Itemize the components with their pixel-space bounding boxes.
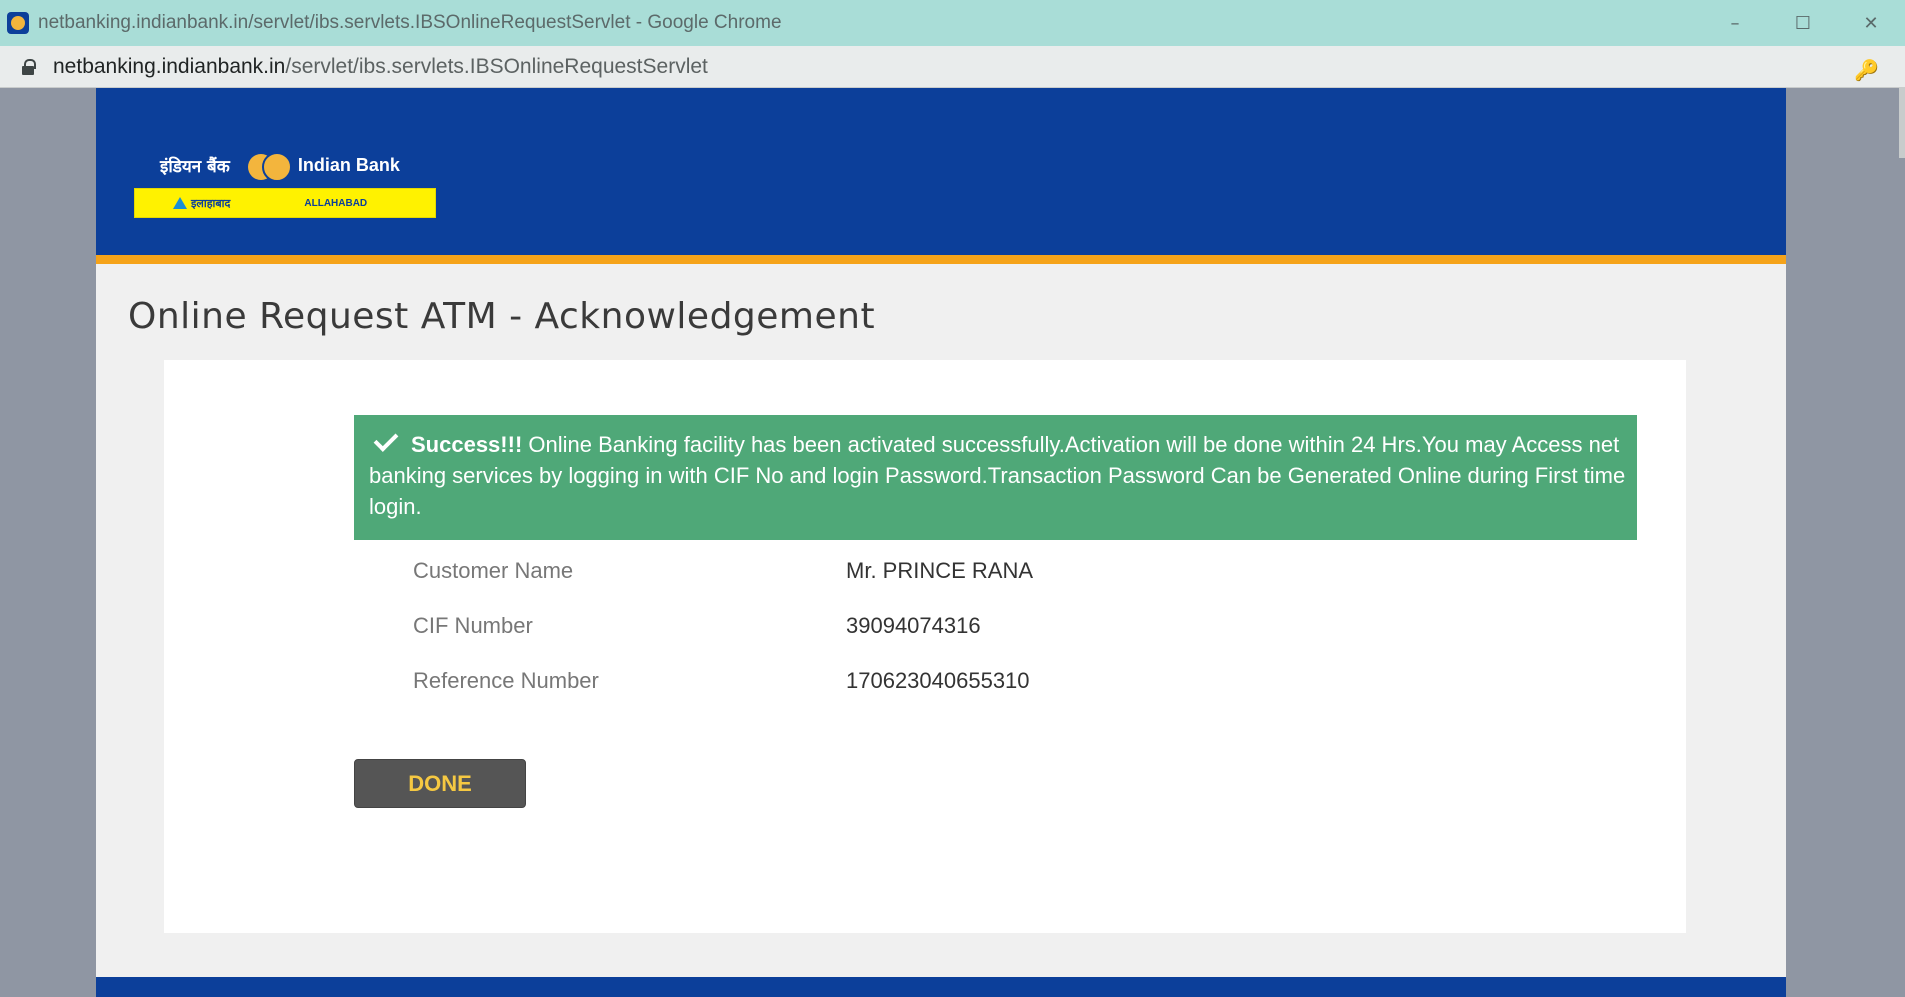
close-icon[interactable]: ✕ bbox=[1837, 0, 1905, 46]
detail-label: Customer Name bbox=[413, 557, 574, 583]
bank-logo: इंडियन बैंक Indian Bank इलाहाबाद ALLAHAB… bbox=[134, 142, 436, 224]
window-title: netbanking.indianbank.in/servlet/ibs.ser… bbox=[38, 12, 782, 33]
url-host: netbanking.indianbank.in bbox=[53, 54, 286, 78]
minimize-icon[interactable]: – bbox=[1701, 0, 1769, 46]
detail-value: 39094074316 bbox=[846, 612, 981, 638]
window-titlebar: netbanking.indianbank.in/servlet/ibs.ser… bbox=[0, 0, 1905, 46]
allahabad-triangle-icon bbox=[173, 197, 187, 209]
address-bar[interactable]: netbanking.indianbank.in/servlet/ibs.ser… bbox=[0, 46, 1905, 88]
logo-hindi-name: इंडियन बैंक bbox=[160, 156, 230, 177]
details-table: Customer Name Mr. PRINCE RANA CIF Number… bbox=[354, 543, 1637, 708]
page-content: इंडियन बैंक Indian Bank इलाहाबाद ALLAHAB… bbox=[96, 88, 1786, 997]
success-alert: Success!!! Online Banking facility has b… bbox=[354, 415, 1637, 540]
logo-top: इंडियन बैंक Indian Bank bbox=[134, 142, 436, 188]
scrollbar[interactable] bbox=[1899, 88, 1905, 158]
key-icon[interactable]: 🔑 bbox=[1854, 58, 1879, 82]
detail-row-reference-number: Reference Number 170623040655310 bbox=[354, 653, 1637, 708]
checkmark-icon bbox=[373, 427, 399, 452]
page-footer bbox=[96, 977, 1786, 997]
detail-row-cif-number: CIF Number 39094074316 bbox=[354, 598, 1637, 653]
detail-label: Reference Number bbox=[413, 667, 599, 693]
logo-band-english: ALLAHABAD bbox=[304, 197, 368, 209]
alert-message: Online Banking facility has been activat… bbox=[369, 432, 1626, 519]
logo-allahabad-band: इलाहाबाद ALLAHABAD bbox=[134, 188, 436, 218]
logo-english-name: Indian Bank bbox=[297, 154, 400, 175]
bank-header: इंडियन बैंक Indian Bank इलाहाबाद ALLAHAB… bbox=[96, 88, 1786, 264]
detail-row-customer-name: Customer Name Mr. PRINCE RANA bbox=[354, 543, 1637, 598]
url-path: /servlet/ibs.servlets.IBSOnlineRequestSe… bbox=[285, 54, 708, 78]
done-button[interactable]: DONE bbox=[354, 759, 526, 808]
page-title: Online Request ATM - Acknowledgement bbox=[128, 296, 876, 337]
detail-value: Mr. PRINCE RANA bbox=[846, 557, 1034, 583]
url-text[interactable]: netbanking.indianbank.in/servlet/ibs.ser… bbox=[53, 55, 708, 79]
acknowledgement-card: Success!!! Online Banking facility has b… bbox=[164, 360, 1686, 933]
detail-label: CIF Number bbox=[413, 612, 533, 638]
maximize-icon[interactable]: ☐ bbox=[1769, 0, 1837, 46]
detail-value: 170623040655310 bbox=[846, 667, 1030, 693]
window-controls: – ☐ ✕ bbox=[1701, 0, 1905, 46]
site-favicon-icon bbox=[7, 12, 29, 34]
logo-emblem-icon bbox=[246, 146, 292, 184]
lock-icon[interactable] bbox=[22, 58, 36, 75]
logo-band-hindi: इलाहाबाद bbox=[191, 196, 231, 210]
alert-title: Success!!! bbox=[411, 432, 523, 457]
